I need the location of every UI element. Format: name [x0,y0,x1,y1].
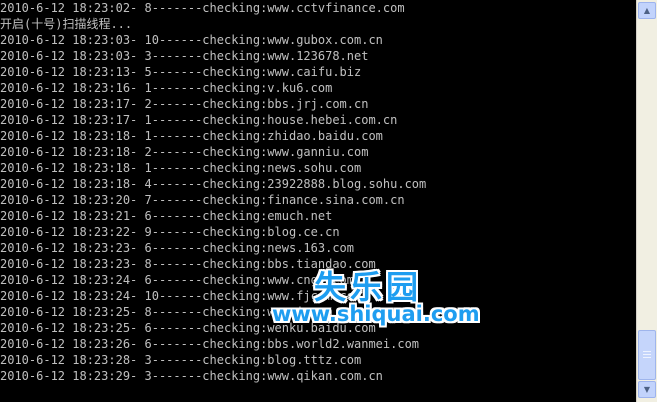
console-line: 2010-6-12 18:23:26- 6-------checking:bbs… [0,337,420,351]
console-line: 2010-6-12 18:23:18- 1-------checking:new… [0,161,362,175]
console-line: 2010-6-12 18:23:23- 8-------checking:bbs… [0,257,376,271]
console-line: 2010-6-12 18:23:18- 4-------checking:239… [0,177,427,191]
console-line: 2010-6-12 18:23:17- 1-------checking:hou… [0,113,398,127]
console-line: 2010-6-12 18:23:22- 9-------checking:blo… [0,225,340,239]
console-line: 2010-6-12 18:23:25- 8-------checking:www… [0,305,333,319]
console-line: 2010-6-12 18:23:18- 1-------checking:zhi… [0,129,383,143]
console-line: 开启(十号)扫描线程... [0,17,133,31]
thumb-grip-line [643,357,651,358]
scroll-thumb[interactable] [638,330,656,380]
scroll-up-button[interactable]: ▲ [638,2,656,19]
scroll-up-arrow-icon: ▲ [643,6,651,15]
console-output: 2010-6-12 18:23:02- 8-------checking:www… [0,0,426,384]
console-line: 2010-6-12 18:23:29- 3-------checking:www… [0,369,383,383]
console-line: 2010-6-12 18:23:18- 2-------checking:www… [0,145,369,159]
thumb-grip-line [643,351,651,352]
console-line: 2010-6-12 18:23:13- 5-------checking:www… [0,65,362,79]
console-line: 2010-6-12 18:23:23- 6-------checking:new… [0,241,355,255]
console-line: 2010-6-12 18:23:17- 2-------checking:bbs… [0,97,369,111]
vertical-scrollbar[interactable]: ▲ ▼ [636,0,657,402]
console-line: 2010-6-12 18:23:03- 3-------checking:www… [0,49,369,63]
console-line: 2010-6-12 18:23:02- 8-------checking:www… [0,1,405,15]
console-line: 2010-6-12 18:23:24- 10------checking:www… [0,289,362,303]
scroll-down-arrow-icon: ▼ [643,385,651,394]
console-line: 2010-6-12 18:23:21- 6-------checking:emu… [0,209,333,223]
console-line: 2010-6-12 18:23:16- 1-------checking:v.k… [0,81,333,95]
thumb-grip-line [643,354,651,355]
console-line: 2010-6-12 18:23:20- 7-------checking:fin… [0,193,405,207]
console-line: 2010-6-12 18:23:24- 6-------checking:www… [0,273,355,287]
scroll-down-button[interactable]: ▼ [638,381,656,398]
console-window[interactable]: 2010-6-12 18:23:02- 8-------checking:www… [0,0,636,402]
console-line: 2010-6-12 18:23:03- 10------checking:www… [0,33,383,47]
console-line: 2010-6-12 18:23:28- 3-------checking:blo… [0,353,362,367]
console-line: 2010-6-12 18:23:25- 6-------checking:wen… [0,321,376,335]
